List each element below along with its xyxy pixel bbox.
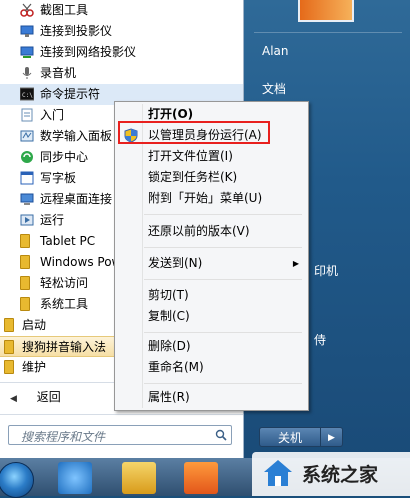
menu-item-label: 剪切(T) bbox=[148, 288, 189, 302]
wordpad-icon bbox=[20, 171, 34, 185]
projector-icon bbox=[20, 24, 34, 38]
program-label: 录音机 bbox=[40, 66, 77, 80]
program-label: 运行 bbox=[40, 213, 65, 227]
menu-item-send-to[interactable]: 发送到(N) ▶ bbox=[118, 253, 305, 274]
menu-item-restore-versions[interactable]: 还原以前的版本(V) bbox=[118, 221, 305, 242]
menu-item-properties[interactable]: 属性(R) bbox=[118, 387, 305, 408]
right-link-partial[interactable]: 侍 bbox=[314, 331, 326, 348]
program-label: 写字板 bbox=[40, 171, 77, 185]
sync-icon bbox=[20, 150, 34, 164]
math-input-icon bbox=[20, 129, 34, 143]
search-icon bbox=[215, 429, 227, 441]
program-label: 命令提示符 bbox=[40, 87, 101, 101]
user-avatar[interactable] bbox=[298, 0, 354, 22]
back-arrow-icon: ◀ bbox=[10, 394, 17, 404]
run-icon bbox=[20, 213, 34, 227]
menu-item-delete[interactable]: 删除(D) bbox=[118, 336, 305, 357]
user-name-link[interactable]: Alan bbox=[262, 44, 289, 58]
scissors-icon bbox=[20, 3, 34, 17]
back-label: 返回 bbox=[36, 390, 61, 404]
menu-item-pin-taskbar[interactable]: 锁定到任务栏(K) bbox=[118, 167, 305, 188]
divider bbox=[254, 32, 402, 33]
program-label: 数学输入面板 bbox=[40, 129, 113, 143]
microphone-icon bbox=[20, 66, 34, 80]
menu-separator bbox=[144, 247, 302, 248]
menu-item-label: 复制(C) bbox=[148, 309, 190, 323]
program-label: 连接到投影仪 bbox=[40, 24, 113, 38]
context-menu: 打开(O) 以管理员身份运行(A) 打开文件位置(I) 锁定到任务栏(K) 附到… bbox=[114, 101, 309, 411]
program-label: 搜狗拼音输入法 bbox=[22, 340, 107, 354]
program-label: 系统工具 bbox=[40, 297, 89, 311]
menu-item-label: 删除(D) bbox=[148, 339, 191, 353]
program-label: 同步中心 bbox=[40, 150, 89, 164]
printers-link[interactable]: 印机 bbox=[314, 262, 338, 279]
folder-icon bbox=[20, 297, 30, 311]
menu-item-label: 还原以前的版本(V) bbox=[148, 224, 250, 238]
house-logo-icon bbox=[262, 458, 294, 488]
menu-item-pin-start[interactable]: 附到「开始」菜单(U) bbox=[118, 188, 305, 209]
program-label: 远程桌面连接 bbox=[40, 192, 113, 206]
folder-icon bbox=[20, 276, 30, 290]
menu-separator bbox=[144, 332, 302, 333]
highlight-box bbox=[118, 121, 270, 144]
menu-item-label: 打开文件位置(I) bbox=[148, 149, 233, 163]
folder-icon bbox=[4, 318, 14, 332]
search-placeholder: 搜索程序和文件 bbox=[21, 430, 106, 444]
menu-item-cut[interactable]: 剪切(T) bbox=[118, 285, 305, 306]
folder-icon bbox=[20, 234, 30, 248]
menu-item-label: 锁定到任务栏(K) bbox=[148, 170, 238, 184]
ie-icon[interactable] bbox=[58, 462, 92, 494]
menu-item-label: 发送到(N) bbox=[148, 256, 203, 270]
program-label: 连接到网络投影仪 bbox=[40, 45, 137, 59]
submenu-arrow-icon: ▶ bbox=[292, 259, 299, 268]
folder-icon bbox=[4, 360, 14, 374]
search-input[interactable]: 搜索程序和文件 bbox=[8, 425, 232, 445]
program-label: Tablet PC bbox=[40, 234, 96, 248]
menu-item-label: 附到「开始」菜单(U) bbox=[148, 191, 263, 205]
program-label: 截图工具 bbox=[40, 3, 89, 17]
explorer-icon[interactable] bbox=[122, 462, 156, 494]
menu-item-label: 属性(R) bbox=[148, 390, 190, 404]
watermark-text: 系统之家 bbox=[302, 464, 379, 486]
document-icon bbox=[20, 108, 34, 122]
menu-item-open-file-location[interactable]: 打开文件位置(I) bbox=[118, 146, 305, 167]
shutdown-options-button[interactable]: ▶ bbox=[321, 427, 343, 447]
remote-desktop-icon bbox=[20, 192, 34, 206]
menu-separator bbox=[144, 279, 302, 280]
folder-icon bbox=[20, 255, 30, 269]
program-label: 轻松访问 bbox=[40, 276, 89, 290]
back-button[interactable]: ◀ 返回 bbox=[10, 388, 61, 406]
media-player-icon[interactable] bbox=[184, 462, 218, 494]
menu-item-copy[interactable]: 复制(C) bbox=[118, 306, 305, 327]
divider bbox=[0, 414, 243, 415]
menu-item-rename[interactable]: 重命名(M) bbox=[118, 357, 305, 378]
network-projector-icon bbox=[20, 45, 34, 59]
menu-separator bbox=[144, 383, 302, 384]
menu-item-label: 重命名(M) bbox=[148, 360, 204, 374]
program-label: 入门 bbox=[40, 108, 65, 122]
menu-separator bbox=[144, 214, 302, 215]
svg-text:C:\: C:\ bbox=[22, 92, 33, 99]
documents-link[interactable]: 文档 bbox=[262, 80, 286, 97]
shutdown-button[interactable]: 关机 bbox=[259, 427, 321, 447]
folder-icon bbox=[4, 340, 14, 354]
program-label: 启动 bbox=[22, 318, 47, 332]
watermark: 系统之家 bbox=[252, 452, 410, 496]
cmd-icon: C:\ bbox=[19, 87, 35, 101]
program-label: 维护 bbox=[22, 360, 47, 374]
